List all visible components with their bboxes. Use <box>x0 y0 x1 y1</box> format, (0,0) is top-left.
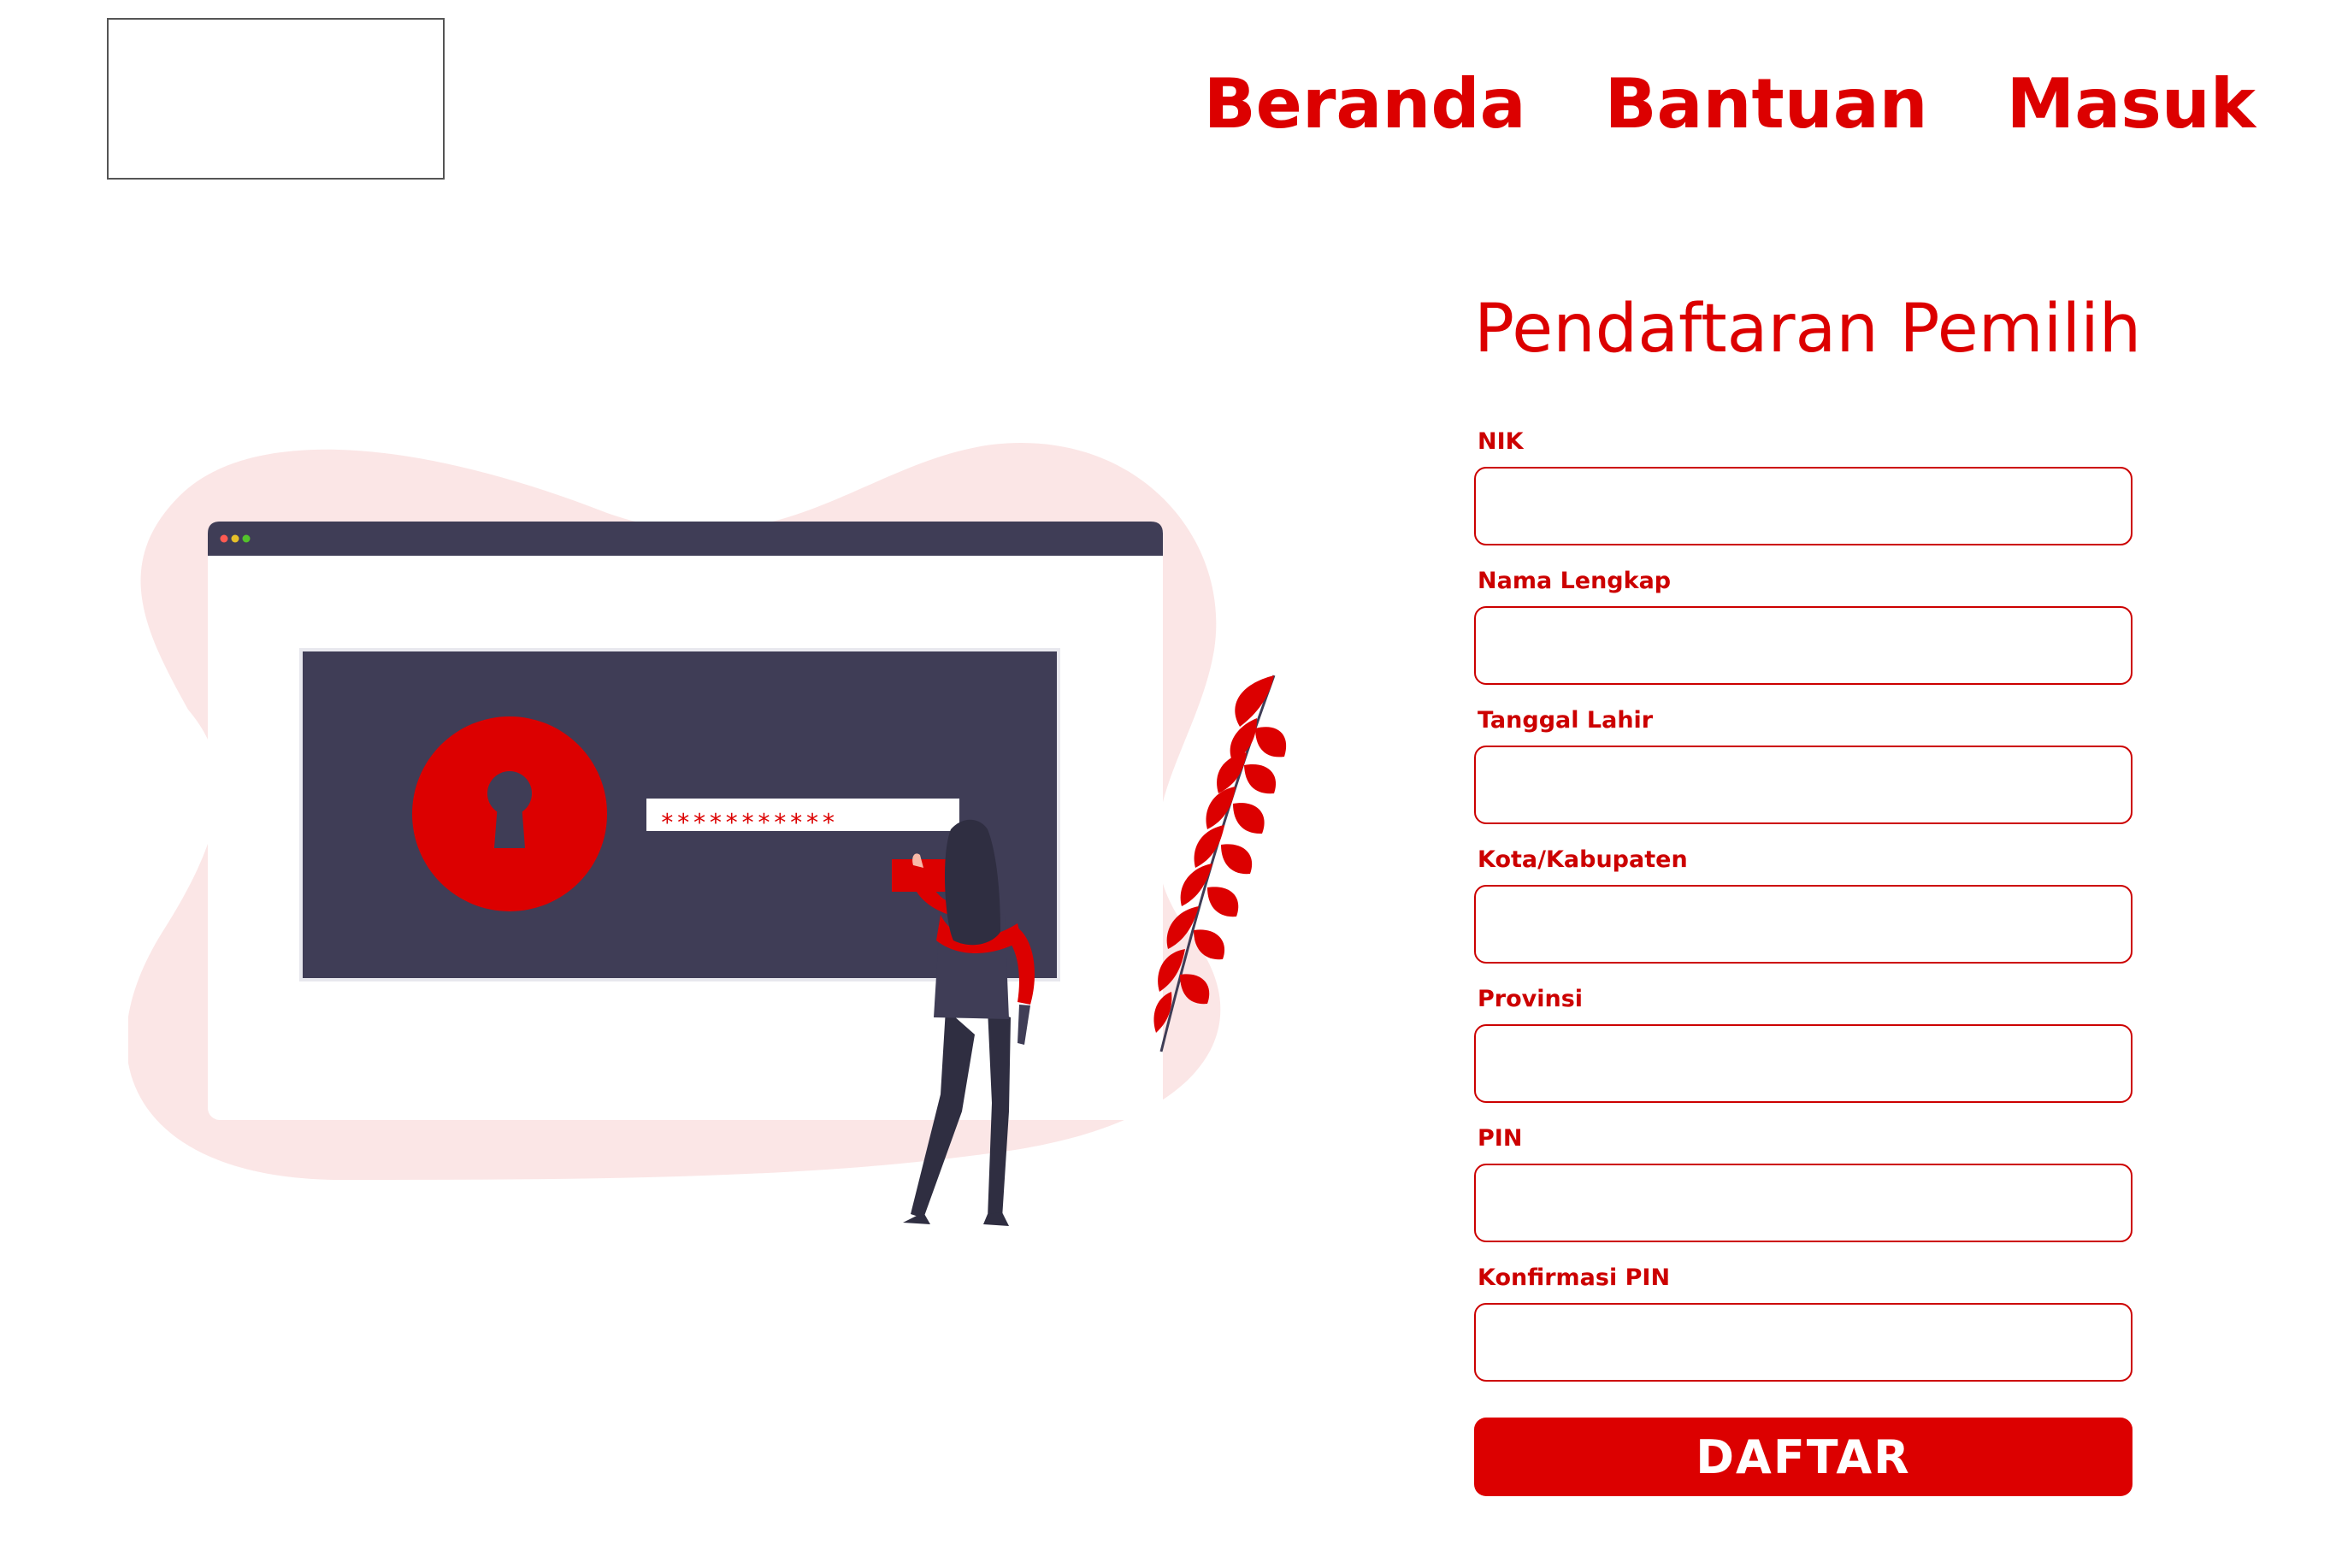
nav-link-bantuan[interactable]: Bantuan <box>1605 62 1928 147</box>
window-dot-green <box>242 534 251 543</box>
nama-lengkap-input[interactable] <box>1474 606 2132 685</box>
window-dot-red <box>220 534 228 543</box>
konfirmasi-pin-field: Konfirmasi PIN <box>1474 1264 2132 1382</box>
tanggal-lahir-label: Tanggal Lahir <box>1478 707 1654 734</box>
login-illustration: ∗∗∗∗∗∗∗∗∗∗∗ <box>128 443 1287 1226</box>
pin-input[interactable] <box>1474 1164 2132 1242</box>
provinsi-field: Provinsi <box>1474 985 2132 1103</box>
kota-kabupaten-field: Kota/Kabupaten <box>1474 846 2132 964</box>
nav-link-beranda[interactable]: Beranda <box>1204 62 1526 147</box>
top-nav: Beranda Bantuan Masuk <box>1204 62 2256 147</box>
lock-icon <box>412 716 607 911</box>
konfirmasi-pin-input[interactable] <box>1474 1303 2132 1382</box>
provinsi-label: Provinsi <box>1478 986 1584 1012</box>
logo-placeholder[interactable] <box>107 18 445 180</box>
konfirmasi-pin-label: Konfirmasi PIN <box>1478 1264 1671 1291</box>
form-title: Pendaftaran Pemilih <box>1474 291 2142 368</box>
window-dot-yellow <box>231 534 239 543</box>
registration-form: Pendaftaran Pemilih NIK Nama Lengkap Tan… <box>1474 282 2142 1496</box>
kota-kabupaten-label: Kota/Kabupaten <box>1478 846 1688 873</box>
nik-label: NIK <box>1478 428 1524 455</box>
password-mask: ∗∗∗∗∗∗∗∗∗∗∗ <box>660 804 837 832</box>
pin-label: PIN <box>1478 1125 1523 1152</box>
daftar-button[interactable]: DAFTAR <box>1474 1418 2132 1496</box>
tanggal-lahir-field: Tanggal Lahir <box>1474 706 2132 824</box>
nav-link-masuk[interactable]: Masuk <box>2007 62 2256 147</box>
nik-input[interactable] <box>1474 467 2132 545</box>
kota-kabupaten-input[interactable] <box>1474 885 2132 964</box>
provinsi-input[interactable] <box>1474 1024 2132 1103</box>
tanggal-lahir-input[interactable] <box>1474 746 2132 824</box>
nama-lengkap-label: Nama Lengkap <box>1478 568 1672 594</box>
pin-field: PIN <box>1474 1124 2132 1242</box>
nik-field: NIK <box>1474 427 2132 545</box>
nama-lengkap-field: Nama Lengkap <box>1474 567 2132 685</box>
